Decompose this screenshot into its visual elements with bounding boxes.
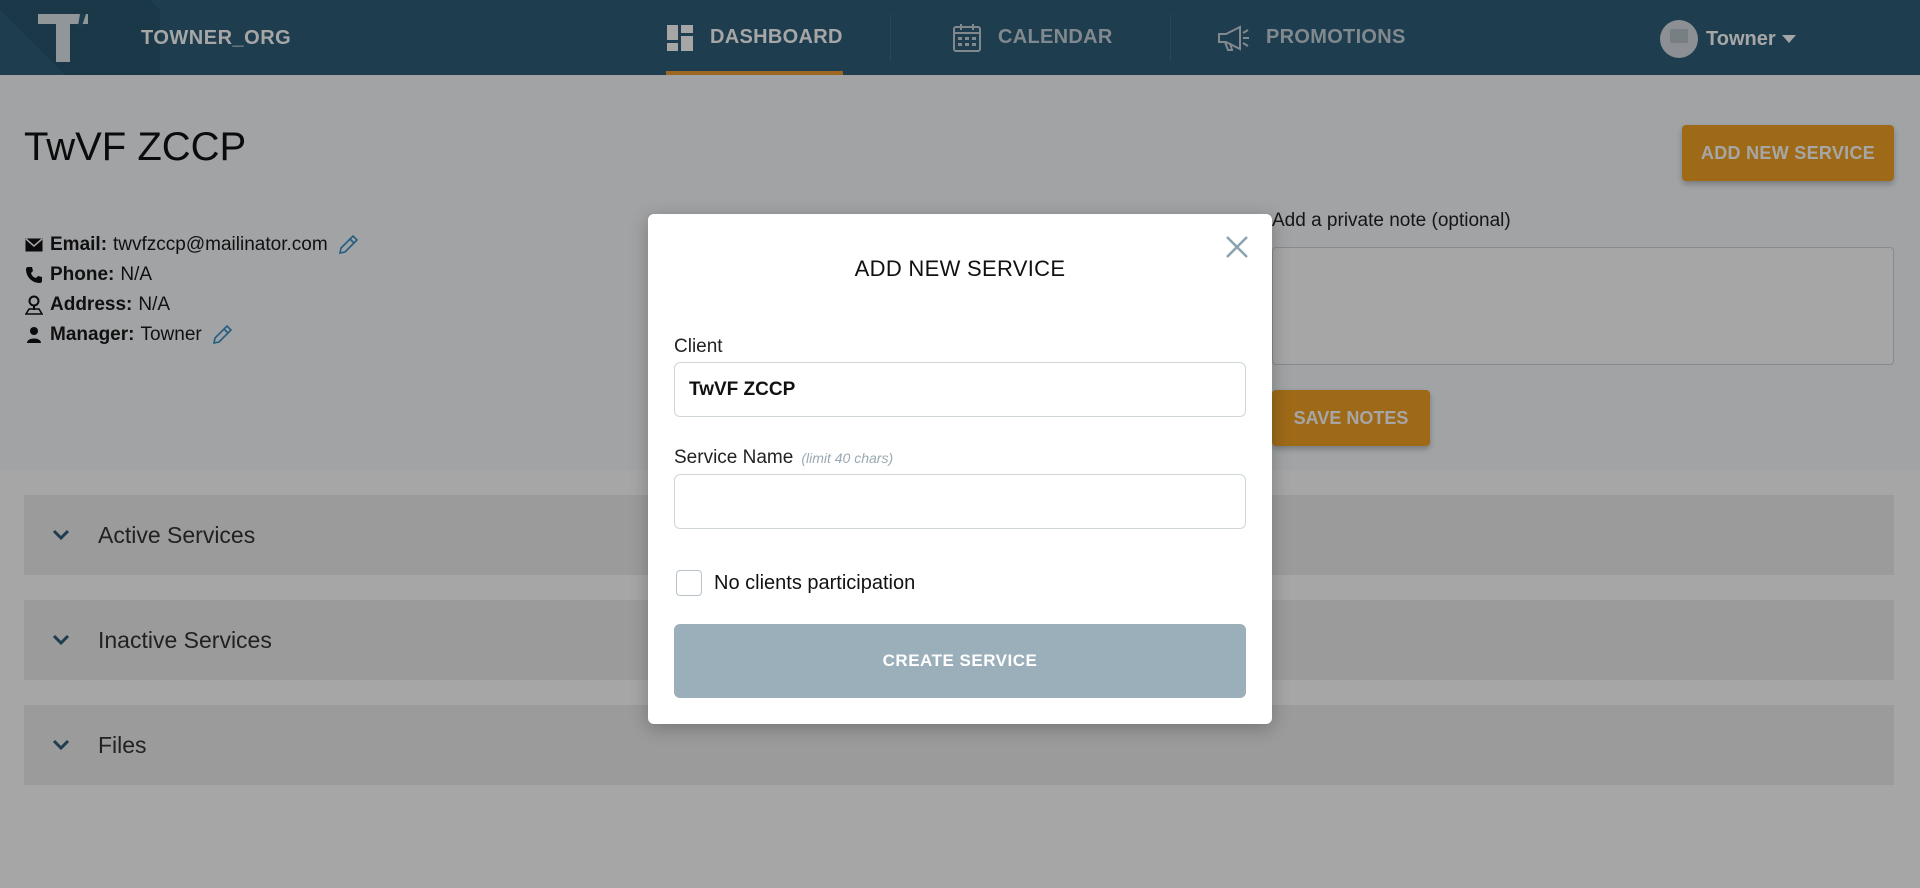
service-name-label-text: Service Name (674, 447, 794, 468)
service-name-hint: (limit 40 chars) (801, 450, 894, 466)
client-field-label: Client (674, 336, 723, 357)
client-field[interactable] (674, 362, 1246, 417)
add-new-service-modal: ADD NEW SERVICE Client Service Name (limi… (648, 214, 1272, 724)
create-service-button[interactable]: CREATE SERVICE (674, 624, 1246, 698)
modal-title: ADD NEW SERVICE (854, 256, 1066, 281)
close-icon[interactable] (1222, 232, 1252, 262)
no-clients-participation-option[interactable]: No clients participation (676, 570, 915, 596)
no-clients-participation-checkbox[interactable] (676, 570, 702, 596)
service-name-label: Service Name (limit 40 chars) (674, 447, 893, 469)
service-name-input[interactable] (674, 474, 1246, 529)
no-clients-participation-label: No clients participation (714, 571, 916, 594)
